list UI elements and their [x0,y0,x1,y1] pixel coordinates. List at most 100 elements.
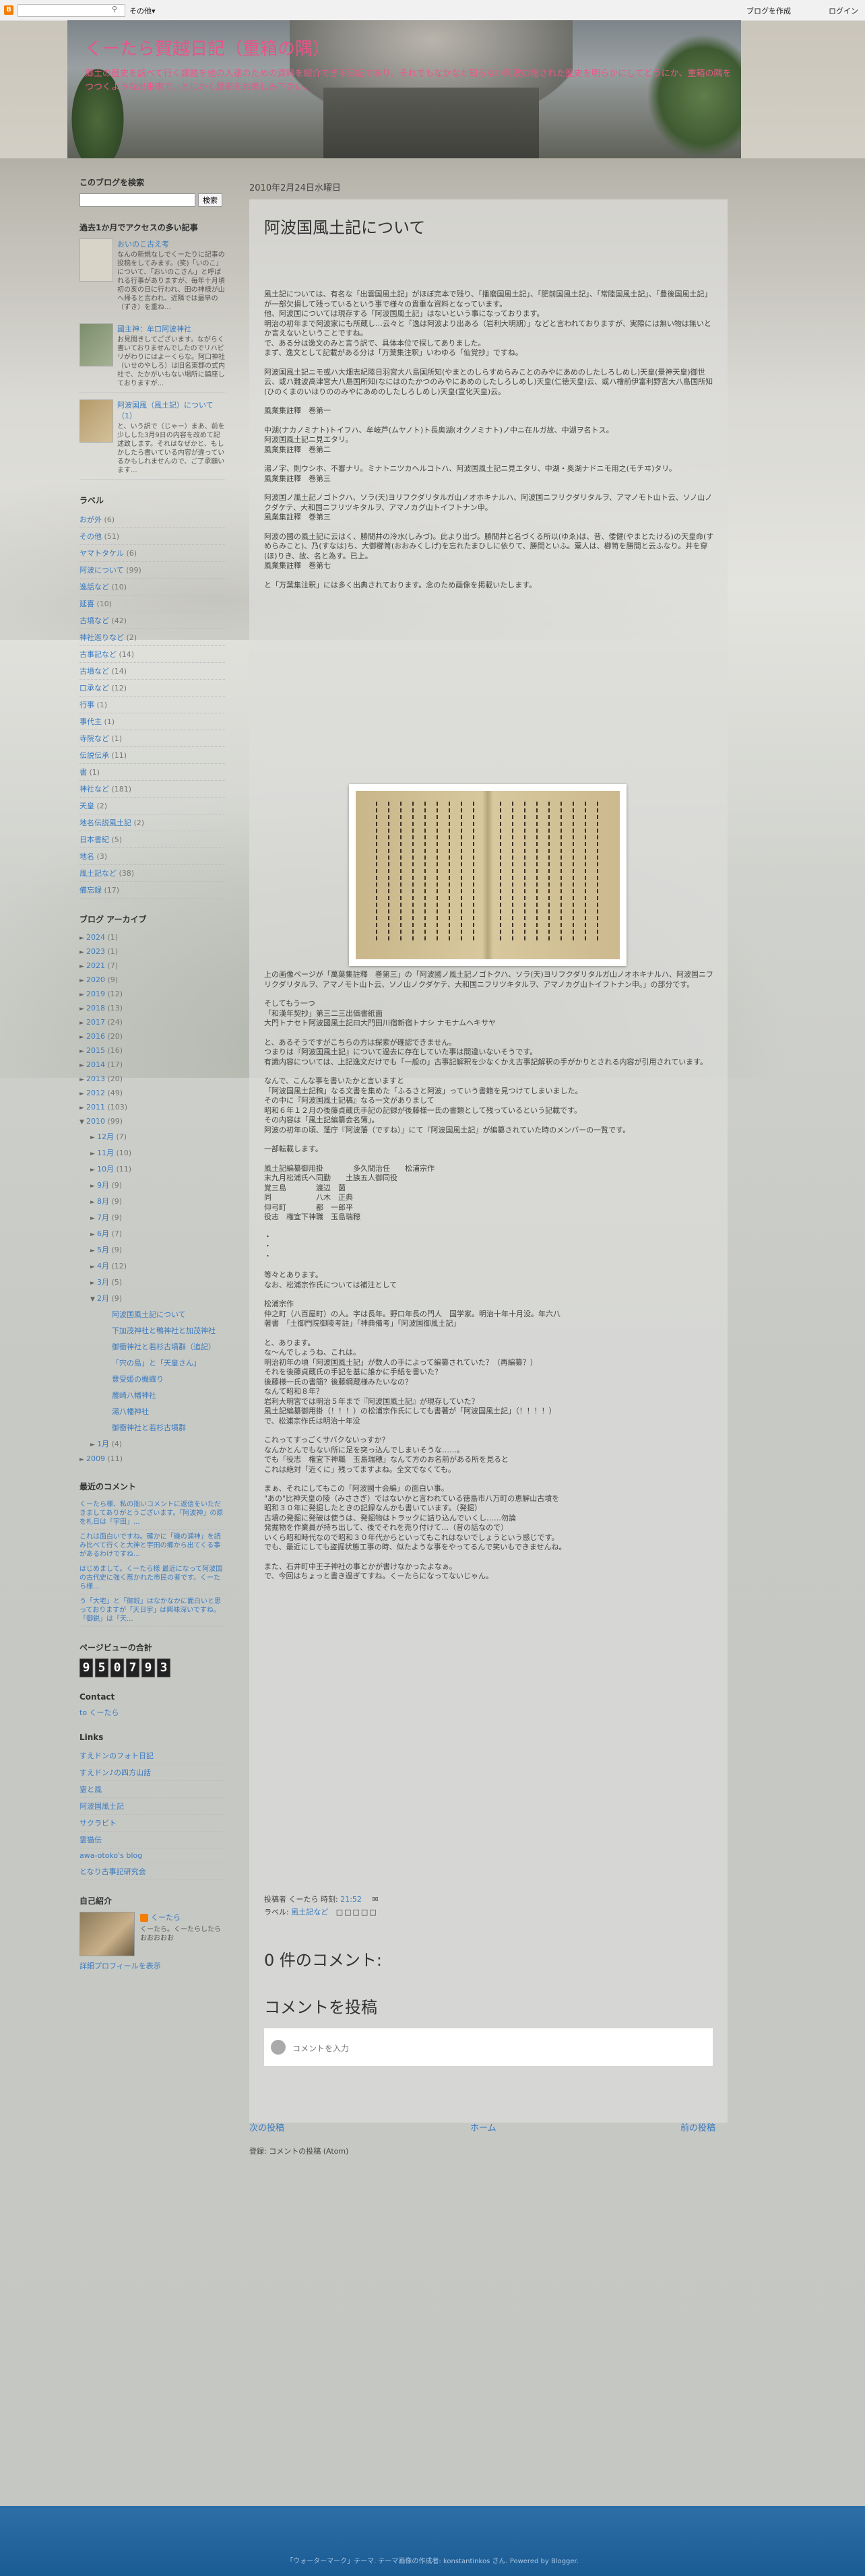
search-icon[interactable]: ⚲ [112,5,117,13]
label-link[interactable]: おが外 [79,515,102,524]
archive-link[interactable]: 2017 [86,1018,105,1027]
blog-link[interactable]: となり古事記研究会 [79,1867,146,1876]
expanded-toggle-icon[interactable]: ▼ [79,1119,86,1126]
navbar-more-button[interactable]: その他▾ [129,5,156,16]
label-link[interactable]: 逸話など [79,583,109,591]
archive-link[interactable]: 6月 [97,1229,109,1238]
recent-comment[interactable]: はじめまして。くーたら様 最近になって阿波国の古代史に強く惹かれた市民の者です。… [79,1562,225,1595]
collapsed-toggle-icon[interactable]: ► [79,1105,86,1112]
label-link[interactable]: 寺院など [79,734,109,743]
collapsed-toggle-icon[interactable]: ► [79,1006,86,1012]
archive-post-link[interactable]: 湯八幡神社 [112,1407,149,1416]
post-thumbnail[interactable] [79,323,113,366]
manuscript-image[interactable] [349,784,627,966]
archive-link[interactable]: 12月 [97,1132,114,1141]
collapsed-toggle-icon[interactable]: ► [79,992,86,998]
archive-post-link[interactable]: 豊受姫の機織り [112,1375,164,1384]
archive-link[interactable]: 2019 [86,990,105,998]
popular-post-title[interactable]: おいのこ古え考 [117,238,225,249]
archive-link[interactable]: 5月 [97,1246,109,1254]
blog-link[interactable]: サクラビト [79,1819,117,1828]
collapsed-toggle-icon[interactable]: ► [90,1183,97,1190]
label-link[interactable]: 伝説伝承 [79,751,109,760]
collapsed-toggle-icon[interactable]: ► [90,1151,97,1157]
archive-link[interactable]: 2021 [86,961,105,970]
post-label-link[interactable]: 風土記など [291,1908,328,1917]
archive-post-link[interactable]: 「宍の島」と「天皇さん」 [112,1359,201,1367]
archive-link[interactable]: 4月 [97,1262,109,1270]
archive-link[interactable]: 11月 [97,1149,114,1157]
collapsed-toggle-icon[interactable]: ► [90,1215,97,1222]
recent-comment[interactable]: う「大宅」と「御鋭」はなかなかに面白いと思っておりますが「天日宇」は興味深いです… [79,1595,225,1627]
email-post-icon[interactable]: ✉ [372,1895,378,1904]
label-link[interactable]: その他 [79,532,102,541]
archive-link[interactable]: 2014 [86,1060,105,1069]
label-link[interactable]: 延喜 [79,600,94,608]
older-post-link[interactable]: 前の投稿 [680,2121,715,2133]
blog-title[interactable]: くーたら賀越日記（重箱の隅） [85,35,330,60]
collapsed-toggle-icon[interactable]: ► [79,1456,86,1463]
archive-link[interactable]: 2009 [86,1454,105,1463]
label-link[interactable]: 事代主 [79,717,102,726]
collapsed-toggle-icon[interactable]: ► [90,1248,97,1254]
blogger-logo-icon[interactable]: B [4,5,13,15]
archive-link[interactable]: 2010 [86,1117,105,1126]
newer-post-link[interactable]: 次の投稿 [249,2121,284,2133]
share-buttons[interactable]: □□□□□ [336,1908,378,1917]
popular-post-title[interactable]: 國主神：牟口阿波神社 [117,323,225,334]
recent-comment[interactable]: これは面白いですね。確かに「磯の浦神」を読み比べて行くと大神と宇田の郷から出てく… [79,1530,225,1562]
label-link[interactable]: 地名伝説風土記 [79,818,131,827]
login-link[interactable]: ログイン [829,5,858,16]
archive-post-link[interactable]: 農崎八幡神社 [112,1391,156,1400]
archive-link[interactable]: 2016 [86,1032,105,1041]
label-link[interactable]: 行事 [79,701,94,709]
recent-comment[interactable]: くーたら様、私の拙いコメントに返信をいただきましてありがとうございます。「阿波神… [79,1498,225,1530]
archive-post-link[interactable]: 下加茂神社と鴨神社と加茂神社 [112,1326,216,1335]
archive-link[interactable]: 7月 [97,1213,109,1222]
collapsed-toggle-icon[interactable]: ► [90,1167,97,1173]
label-link[interactable]: 古墳など [79,616,109,625]
collapsed-toggle-icon[interactable]: ► [90,1199,97,1206]
label-link[interactable]: 古事記など [79,650,117,659]
collapsed-toggle-icon[interactable]: ► [90,1280,97,1287]
post-timestamp-link[interactable]: 21:52 [340,1895,362,1904]
archive-link[interactable]: 3月 [97,1278,109,1287]
label-link[interactable]: 阿波について [79,566,124,575]
label-link[interactable]: 書 [79,768,87,777]
collapsed-toggle-icon[interactable]: ► [79,977,86,984]
popular-post-title[interactable]: 阿波国風（風土記）について（1） [117,399,225,421]
label-link[interactable]: 神社巡りなど [79,633,124,642]
collapsed-toggle-icon[interactable]: ► [79,1048,86,1055]
archive-post-link[interactable]: 御衝神社と若杉古墳群（追記） [112,1343,216,1351]
collapsed-toggle-icon[interactable]: ► [79,1020,86,1027]
collapsed-toggle-icon[interactable]: ► [79,1076,86,1083]
contact-link[interactable]: to くーたら [79,1708,119,1717]
subscribe-atom-link[interactable]: 登録: コメントの投稿 (Atom) [249,2146,348,2156]
label-link[interactable]: 地名 [79,852,94,861]
blog-search-input[interactable] [79,193,195,207]
label-link[interactable]: 風土記など [79,869,117,878]
collapsed-toggle-icon[interactable]: ► [90,1134,97,1141]
label-link[interactable]: 口承など [79,684,109,693]
archive-link[interactable]: 2024 [86,933,105,942]
collapsed-toggle-icon[interactable]: ► [79,949,86,956]
archive-link[interactable]: 2023 [86,947,105,956]
create-blog-link[interactable]: ブログを作成 [746,5,791,16]
post-thumbnail[interactable] [79,399,113,443]
blog-link[interactable]: awa-otoko's blog [79,1851,142,1860]
archive-link[interactable]: 8月 [97,1197,109,1206]
archive-link[interactable]: 9月 [97,1181,109,1190]
archive-link[interactable]: 2013 [86,1074,105,1083]
collapsed-toggle-icon[interactable]: ► [90,1442,97,1448]
label-link[interactable]: 古墳など [79,667,109,676]
blog-link[interactable]: 阿波国風土記 [79,1802,124,1811]
collapsed-toggle-icon[interactable]: ► [79,935,86,942]
blog-link[interactable]: すえドンのフォト日記 [79,1751,154,1760]
label-link[interactable]: ヤマトタケル [79,549,124,558]
comment-input[interactable]: コメントを入力 [264,2028,713,2066]
label-link[interactable]: 日本書紀 [79,835,109,844]
archive-post-link[interactable]: 御衝神社と若杉古墳群 [112,1423,186,1432]
label-link[interactable]: 天皇 [79,802,94,810]
archive-post-link[interactable]: 阿波国風土記について [112,1310,186,1319]
collapsed-toggle-icon[interactable]: ► [79,1062,86,1069]
